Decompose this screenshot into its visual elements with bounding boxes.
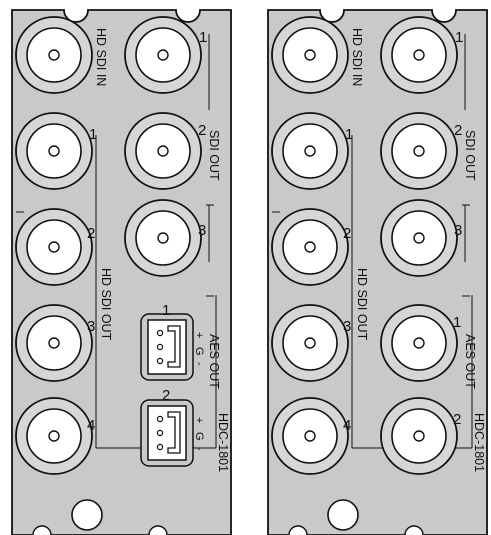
connector-number: 2 [454, 122, 462, 139]
bnc-connector [380, 112, 458, 190]
connector-number: 1 [455, 29, 463, 46]
mounting-hole [71, 499, 103, 531]
bnc-connector [271, 112, 349, 190]
connector-number: 2 [87, 225, 95, 242]
connector-number: 2 [343, 225, 351, 242]
bnc-connector [124, 199, 202, 277]
bnc-connector [380, 397, 458, 475]
label-hd-sdi-in: HD SDI IN [94, 28, 108, 86]
terminal-pin-label: + [193, 417, 205, 423]
rear-panel-diagram: 1 2 3 4 1 2 3 1 2 + G - + G - HD SDI IN … [11, 9, 488, 535]
label-hd-sdi-in: HD SDI IN [350, 28, 364, 86]
bnc-connector [15, 397, 93, 475]
terminal-pin-label: G [193, 347, 205, 356]
bnc-connector [124, 112, 202, 190]
label-sdi-out: SDI OUT [207, 130, 221, 181]
terminal-pin-label: + [193, 332, 205, 338]
aes-terminal-block [140, 313, 194, 381]
bnc-connector [124, 16, 202, 94]
bnc-connector [380, 304, 458, 382]
label-sdi-out: SDI OUT [463, 130, 477, 181]
bnc-connector [271, 397, 349, 475]
connector-number: 3 [87, 318, 95, 335]
label-aes-out: AES OUT [207, 334, 221, 389]
connector-number: 4 [87, 417, 95, 434]
mounting-hole [327, 499, 359, 531]
connector-number: 1 [453, 314, 461, 331]
label-model: HDC-1801 [216, 413, 230, 472]
bnc-connector [380, 16, 458, 94]
bnc-connector [380, 199, 458, 277]
bnc-connector [15, 304, 93, 382]
bnc-connector [15, 112, 93, 190]
connector-number: 3 [343, 318, 351, 335]
label-hd-sdi-out: HD SDI OUT [355, 268, 369, 341]
connector-number: 1 [89, 126, 97, 143]
bnc-connector [15, 208, 93, 286]
connector-number: 3 [454, 222, 462, 239]
connector-number: 2 [198, 122, 206, 139]
bnc-connector [271, 208, 349, 286]
connector-number: 1 [199, 29, 207, 46]
aes-terminal-number: 2 [162, 387, 170, 404]
connector-number: 2 [453, 411, 461, 428]
panel-right: 1 2 3 4 1 2 3 1 2 HD SDI IN SDI OUT HD S… [267, 9, 488, 535]
label-aes-out: AES OUT [463, 334, 477, 389]
terminal-pin-label: - [193, 447, 205, 451]
terminal-pin-label: G [193, 432, 205, 441]
connector-number: 4 [343, 417, 351, 434]
bnc-connector [271, 16, 349, 94]
label-model: HDC-1801 [472, 413, 486, 472]
panel-left: 1 2 3 4 1 2 3 1 2 + G - + G - HD SDI IN … [11, 9, 232, 535]
connector-number: 3 [198, 222, 206, 239]
aes-terminal-block [140, 399, 194, 467]
terminal-pin-label: - [193, 362, 205, 366]
bnc-connector [15, 16, 93, 94]
bnc-connector [271, 304, 349, 382]
label-hd-sdi-out: HD SDI OUT [99, 268, 113, 341]
connector-number: 1 [345, 126, 353, 143]
aes-terminal-number: 1 [162, 302, 170, 319]
